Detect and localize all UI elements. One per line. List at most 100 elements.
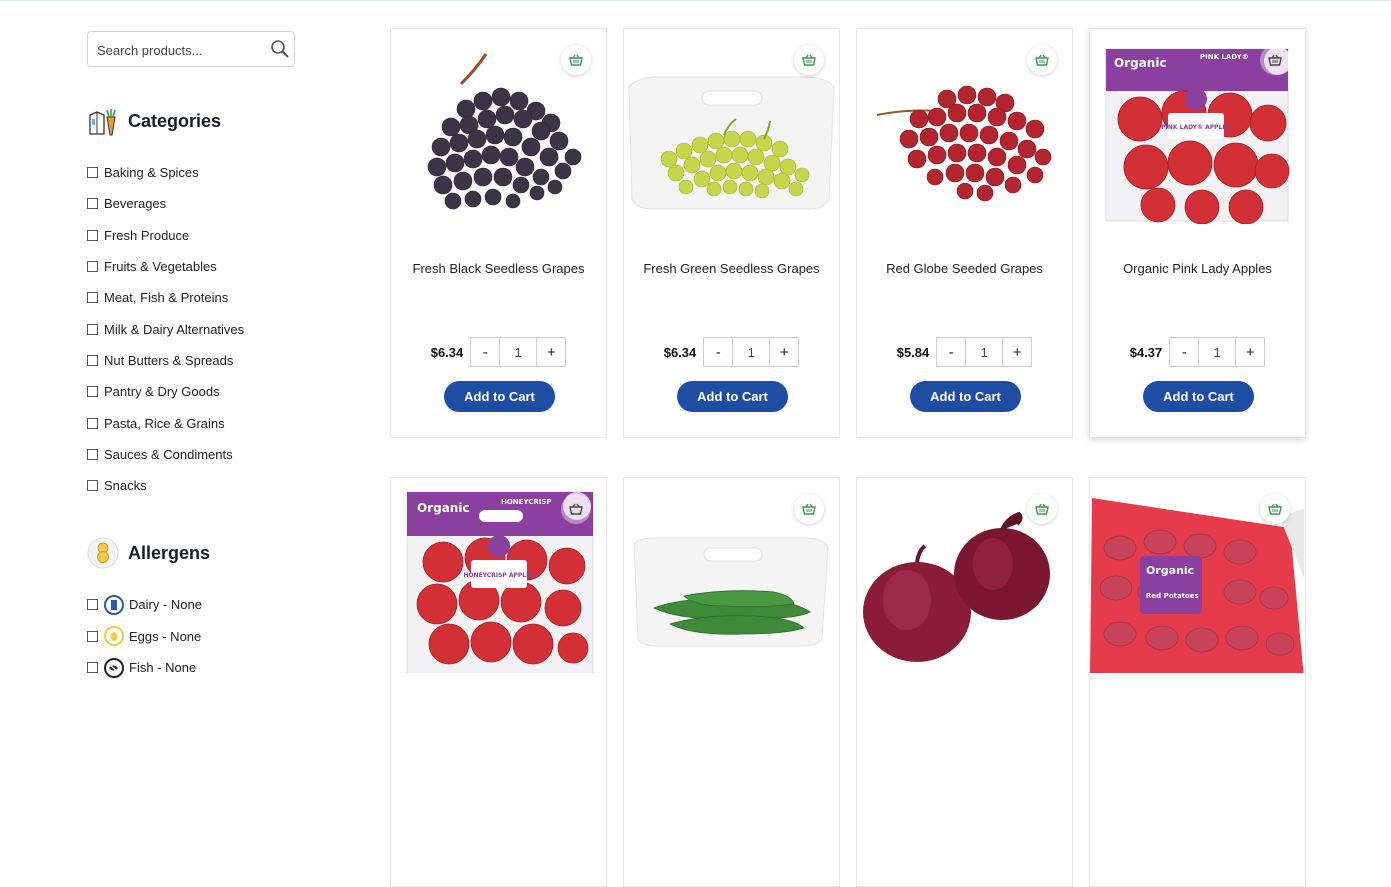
checkbox[interactable] (87, 630, 98, 642)
product-card[interactable]: Organic HONEYCRISP HONEYCRISP APPLES (390, 477, 607, 887)
pink-lady-apples-label: PINK LADY® APPLES (1161, 124, 1231, 131)
basket-icon (569, 54, 583, 66)
basket-button[interactable] (561, 45, 591, 75)
organic-label: Organic (417, 501, 470, 515)
category-item[interactable]: Pasta, Rice & Grains (87, 407, 347, 438)
checkbox[interactable] (87, 386, 98, 398)
search-input[interactable] (95, 39, 269, 61)
top-divider (0, 0, 1391, 1)
checkbox[interactable] (87, 417, 98, 429)
quantity-stepper[interactable]: - 1 + (703, 337, 800, 367)
search-icon[interactable] (270, 39, 290, 59)
category-label: Baking & Spices (104, 165, 199, 181)
categories-title: Categories (128, 110, 222, 131)
product-name[interactable]: Fresh Black Seedless Grapes (406, 260, 591, 278)
allergen-list: Dairy - None Eggs - None Fish - None (87, 589, 347, 683)
decrement-button[interactable]: - (471, 338, 499, 366)
allergen-item[interactable]: Eggs - None (87, 621, 347, 652)
product-card[interactable]: Organic PINK LADY® PINK LADY® APPLES Org… (1089, 28, 1306, 438)
allergen-item[interactable]: Dairy - None (87, 589, 347, 620)
quantity-input[interactable]: 1 (732, 338, 771, 366)
checkbox[interactable] (87, 599, 98, 611)
checkbox[interactable] (87, 198, 98, 210)
basket-button[interactable] (561, 494, 591, 524)
increment-button[interactable]: + (1236, 338, 1264, 366)
category-item[interactable]: Milk & Dairy Alternatives (87, 313, 347, 344)
category-label: Nut Butters & Spreads (104, 352, 234, 368)
egg-icon (104, 626, 124, 647)
category-item[interactable]: Fruits & Vegetables (87, 251, 347, 282)
allergen-item[interactable]: Fish - None (87, 652, 347, 683)
basket-icon (1035, 54, 1049, 66)
allergen-label: Eggs - None (129, 628, 202, 644)
decrement-button[interactable]: - (704, 338, 732, 366)
honeycrisp-label: HONEYCRISP (501, 498, 552, 506)
dairy-icon (104, 594, 124, 615)
basket-icon (1268, 54, 1282, 66)
search-box[interactable] (87, 31, 295, 67)
add-to-cart-button[interactable]: Add to Cart (677, 381, 788, 412)
product-name[interactable]: Red Globe Seeded Grapes (872, 260, 1057, 278)
fish-icon (104, 657, 124, 678)
basket-button[interactable] (794, 494, 824, 524)
red-potatoes-label: Red Potatoes (1146, 592, 1199, 600)
decrement-button[interactable]: - (1170, 338, 1198, 366)
checkbox[interactable] (87, 480, 98, 492)
add-to-cart-button[interactable]: Add to Cart (1143, 381, 1254, 412)
basket-button[interactable] (1027, 494, 1057, 524)
checkbox[interactable] (87, 323, 98, 335)
allergen-label: Dairy - None (129, 597, 202, 613)
price-row: $5.84 - 1 + (857, 336, 1072, 368)
category-item[interactable]: Nut Butters & Spreads (87, 345, 347, 376)
quantity-input[interactable]: 1 (965, 338, 1004, 366)
checkbox[interactable] (87, 448, 98, 460)
basket-button[interactable] (1260, 45, 1290, 75)
product-card[interactable] (623, 477, 840, 887)
add-to-cart-button[interactable]: Add to Cart (910, 381, 1021, 412)
product-card[interactable]: Fresh Green Seedless Grapes $6.34 - 1 + … (623, 28, 840, 438)
category-item[interactable]: Baking & Spices (87, 157, 347, 188)
product-card[interactable] (856, 477, 1073, 887)
increment-button[interactable]: + (770, 338, 798, 366)
basket-button[interactable] (1027, 45, 1057, 75)
checkbox[interactable] (87, 167, 98, 179)
increment-button[interactable]: + (1003, 338, 1031, 366)
category-item[interactable]: Sauces & Condiments (87, 439, 347, 470)
product-name[interactable]: Organic Pink Lady Apples (1105, 260, 1290, 278)
organic-label: Organic (1146, 564, 1194, 577)
checkbox[interactable] (87, 354, 98, 366)
honeycrisp-apples-label: HONEYCRISP APPLES (463, 572, 534, 579)
quantity-stepper[interactable]: - 1 + (1169, 337, 1266, 367)
category-item[interactable]: Snacks (87, 470, 347, 501)
checkbox[interactable] (87, 261, 98, 273)
product-price: $6.34 (663, 344, 697, 360)
allergen-label: Fish - None (129, 660, 197, 675)
quantity-input[interactable]: 1 (499, 338, 538, 366)
product-card[interactable]: Fresh Black Seedless Grapes $6.34 - 1 + … (390, 28, 607, 438)
categories-heading: Categories (87, 105, 347, 137)
quantity-stepper[interactable]: - 1 + (470, 337, 567, 367)
basket-icon (1268, 503, 1282, 515)
increment-button[interactable]: + (537, 338, 565, 366)
allergens-heading: Allergens (87, 537, 347, 569)
category-item[interactable]: Fresh Produce (87, 220, 347, 251)
category-label: Meat, Fish & Proteins (104, 290, 229, 306)
decrement-button[interactable]: - (937, 338, 965, 366)
add-to-cart-button[interactable]: Add to Cart (444, 381, 555, 412)
quantity-input[interactable]: 1 (1198, 338, 1237, 366)
basket-button[interactable] (794, 45, 824, 75)
category-label: Snacks (104, 478, 147, 494)
product-card[interactable]: Organic Red Potatoes (1089, 477, 1306, 887)
product-card[interactable]: Red Globe Seeded Grapes $5.84 - 1 + Add … (856, 28, 1073, 438)
category-item[interactable]: Beverages (87, 188, 347, 219)
peanut-icon (87, 537, 119, 569)
checkbox[interactable] (87, 292, 98, 304)
category-label: Milk & Dairy Alternatives (104, 321, 245, 337)
checkbox[interactable] (87, 229, 98, 241)
category-item[interactable]: Pantry & Dry Goods (87, 376, 347, 407)
product-name[interactable]: Fresh Green Seedless Grapes (639, 260, 824, 278)
checkbox[interactable] (87, 662, 98, 673)
category-item[interactable]: Meat, Fish & Proteins (87, 282, 347, 313)
quantity-stepper[interactable]: - 1 + (936, 337, 1033, 367)
basket-button[interactable] (1260, 494, 1290, 524)
